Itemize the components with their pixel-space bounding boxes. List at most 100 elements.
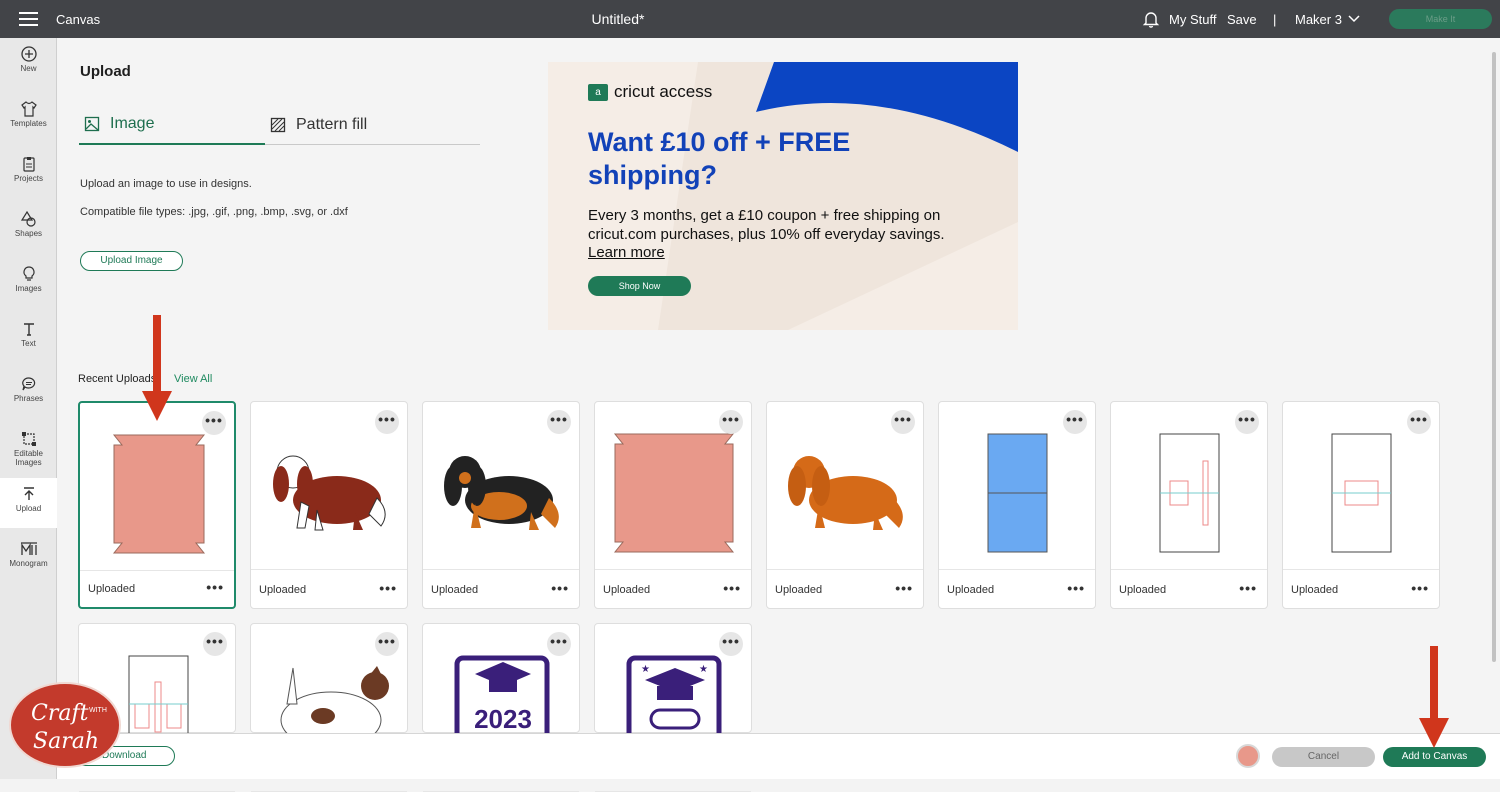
sidebar-item-label: Shapes — [14, 229, 43, 238]
more-options-icon[interactable]: ••• — [1235, 410, 1259, 434]
page-title: Upload — [80, 63, 131, 80]
more-options-icon[interactable]: ••• — [206, 579, 224, 595]
more-options-icon[interactable]: ••• — [379, 580, 397, 596]
logo-mark: a — [588, 83, 608, 101]
upload-card[interactable]: ••• Uploaded ••• — [1282, 401, 1440, 609]
bell-icon[interactable] — [1142, 10, 1160, 28]
upload-card[interactable]: ••• Uploaded ••• — [766, 401, 924, 609]
sidebar-item-label: Projects — [14, 174, 43, 183]
shop-now-button[interactable]: Shop Now — [588, 276, 691, 296]
sidebar-item-label: Upload — [15, 504, 42, 513]
save-button[interactable]: Save — [1227, 12, 1257, 27]
lightbulb-icon — [22, 266, 35, 281]
more-options-icon[interactable]: ••• — [1407, 410, 1431, 434]
upload-icon — [23, 487, 34, 500]
card-label: Uploaded — [775, 584, 823, 596]
sidebar-item-new[interactable]: New — [0, 38, 57, 90]
learn-more-link[interactable]: Learn more — [588, 244, 665, 261]
more-options-icon[interactable]: ••• — [1063, 410, 1087, 434]
more-options-icon[interactable]: ••• — [375, 632, 399, 656]
banner-headline: Want £10 off + FREE shipping? — [588, 127, 851, 190]
sidebar-item-editable-images[interactable]: Editable Images — [0, 423, 57, 478]
more-options-icon[interactable]: ••• — [547, 632, 571, 656]
sidebar-item-text[interactable]: Text — [0, 313, 57, 365]
my-stuff-link[interactable]: My Stuff — [1169, 12, 1216, 27]
more-options-icon[interactable]: ••• — [1067, 580, 1085, 596]
card-label: Uploaded — [259, 584, 307, 596]
sidebar-item-label: Monogram — [9, 559, 48, 568]
shapes-icon — [20, 211, 36, 227]
image-icon — [84, 116, 100, 131]
shirt-icon — [20, 101, 37, 117]
more-options-icon[interactable]: ••• — [203, 632, 227, 656]
more-options-icon[interactable]: ••• — [719, 632, 743, 656]
upload-card[interactable]: ••• Uploaded ••• — [1110, 401, 1268, 609]
speech-bubble-icon — [21, 377, 35, 391]
sidebar-item-shapes[interactable]: Shapes — [0, 203, 57, 255]
sidebar-item-projects[interactable]: Projects — [0, 148, 57, 200]
card-label: Uploaded — [947, 584, 995, 596]
separator: | — [1273, 12, 1277, 27]
annotation-arrow-down-icon — [1419, 646, 1449, 748]
upload-tabs: Image Pattern fill — [79, 104, 480, 145]
add-to-canvas-button[interactable]: Add to Canvas — [1383, 747, 1486, 767]
cricut-access-logo: a cricut access — [588, 82, 712, 102]
scroll-thumb[interactable] — [1492, 52, 1496, 662]
more-options-icon[interactable]: ••• — [1411, 580, 1429, 596]
more-options-icon[interactable]: ••• — [551, 580, 569, 596]
upload-description: Upload an image to use in designs. — [80, 178, 252, 190]
banner-body: Every 3 months, get a £10 coupon + free … — [588, 207, 945, 243]
tab-pattern-fill[interactable]: Pattern fill — [270, 104, 367, 145]
tab-label: Pattern fill — [296, 115, 368, 133]
more-options-icon[interactable]: ••• — [375, 410, 399, 434]
tab-image[interactable]: Image — [79, 104, 265, 145]
annotation-arrow-down-icon — [142, 315, 172, 421]
sidebar-item-label: Templates — [10, 119, 47, 128]
scrollbar[interactable] — [1488, 38, 1500, 734]
monogram-icon — [20, 542, 37, 555]
view-all-link[interactable]: View All — [174, 373, 212, 385]
craft-with-sarah-watermark: Craft WITH Sarah — [9, 682, 121, 768]
upload-card[interactable]: ••• Uploaded ••• — [78, 401, 236, 609]
more-options-icon[interactable]: ••• — [547, 410, 571, 434]
sidebar-item-label: New — [20, 64, 37, 73]
sidebar-item-phrases[interactable]: Phrases — [0, 368, 57, 420]
upload-card[interactable]: ••• Uploaded ••• — [422, 401, 580, 609]
document-title[interactable]: Untitled* — [0, 11, 1236, 27]
upload-card[interactable]: 2023 ••• — [422, 623, 580, 792]
more-options-icon[interactable]: ••• — [202, 411, 226, 435]
more-options-icon[interactable]: ••• — [719, 410, 743, 434]
cricut-access-banner[interactable]: a cricut access Want £10 off + FREE ship… — [548, 62, 1018, 330]
upload-card[interactable]: ••• Uploaded ••• — [250, 401, 408, 609]
card-label: Uploaded — [603, 584, 651, 596]
sidebar-item-monogram[interactable]: Monogram — [0, 533, 57, 585]
sidebar-item-images[interactable]: Images — [0, 258, 57, 310]
card-label: Uploaded — [431, 584, 479, 596]
clipboard-icon — [22, 157, 35, 172]
more-options-icon[interactable]: ••• — [1239, 580, 1257, 596]
cancel-button[interactable]: Cancel — [1272, 747, 1375, 767]
plus-circle-icon — [20, 46, 37, 62]
card-label: Uploaded — [88, 583, 136, 595]
card-label: Uploaded — [1119, 584, 1167, 596]
compatible-file-types: Compatible file types: .jpg, .gif, .png,… — [80, 206, 348, 218]
machine-selector[interactable]: Maker 3 — [1295, 12, 1342, 27]
svg-text:WITH: WITH — [89, 707, 107, 714]
upload-card[interactable]: ••• — [250, 623, 408, 792]
upload-card[interactable]: ••• Uploaded ••• — [594, 401, 752, 609]
upload-card[interactable]: ••• Uploaded ••• — [938, 401, 1096, 609]
sidebar-item-upload[interactable]: Upload — [0, 478, 57, 528]
sidebar-item-label: Phrases — [13, 394, 44, 403]
upload-card[interactable]: ★ ★ ••• — [594, 623, 752, 792]
card-label: Uploaded — [1291, 584, 1339, 596]
more-options-icon[interactable]: ••• — [723, 580, 741, 596]
more-options-icon[interactable]: ••• — [895, 580, 913, 596]
upload-image-button[interactable]: Upload Image — [80, 251, 183, 271]
color-swatch[interactable] — [1236, 744, 1260, 768]
chevron-down-icon[interactable] — [1348, 14, 1360, 24]
make-it-button[interactable]: Make It — [1389, 9, 1492, 29]
svg-text:Craft: Craft — [31, 701, 89, 726]
sidebar-item-templates[interactable]: Templates — [0, 93, 57, 145]
more-options-icon[interactable]: ••• — [891, 410, 915, 434]
svg-text:★: ★ — [699, 664, 708, 675]
